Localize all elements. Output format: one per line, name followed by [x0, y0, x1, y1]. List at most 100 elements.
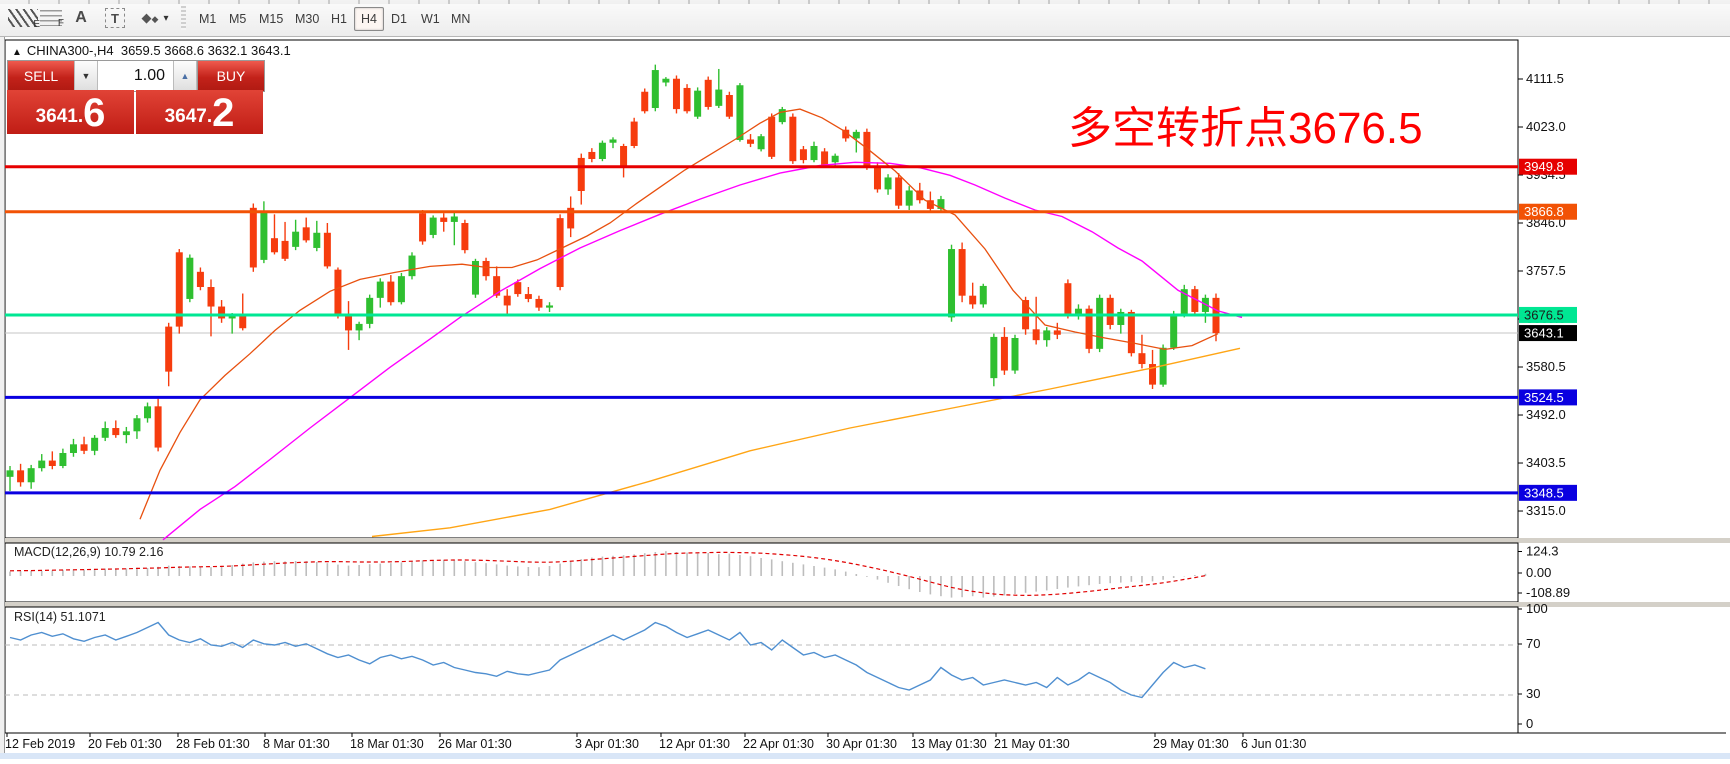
candle-body [218, 306, 226, 319]
candle-body [387, 281, 395, 303]
candle-body [577, 157, 585, 192]
arrows-tool-button[interactable]: ◆◆ ▾ [136, 6, 174, 30]
candle-body [80, 444, 88, 451]
svg-text:3580.5: 3580.5 [1526, 359, 1566, 374]
candle-body [122, 431, 130, 436]
svg-text:70: 70 [1526, 636, 1540, 651]
candle-body [1074, 308, 1082, 315]
candle-body [440, 217, 448, 222]
spin-up-icon: ▲ [180, 71, 190, 81]
spin-down-icon: ▼ [81, 71, 91, 81]
chart-area[interactable]: 4111.54023.03934.53846.03757.53669.03580… [0, 37, 1730, 759]
candle-body [270, 238, 278, 253]
candle-body [1000, 336, 1008, 371]
panel-separator [5, 538, 1730, 543]
candle-body [133, 418, 141, 432]
candle-body [1170, 314, 1178, 348]
candle-body [979, 285, 987, 305]
candle-body [313, 232, 321, 248]
candle-body [260, 211, 268, 260]
candle-body [1064, 283, 1072, 315]
text-box-icon: T [105, 8, 125, 28]
collapse-icon[interactable]: ▲ [12, 47, 22, 58]
timeframe-button-D1[interactable]: D1 [384, 7, 414, 31]
time-axis-label: 18 Mar 01:30 [350, 737, 424, 751]
candle-body [651, 70, 659, 109]
time-axis-label: 21 May 01:30 [994, 737, 1070, 751]
candle-body [535, 298, 543, 308]
svg-text:4111.5: 4111.5 [1526, 71, 1564, 86]
candle-body [683, 87, 691, 112]
candle-body [546, 305, 554, 308]
trade-controls-row: SELL ▼ 1.00 ▲ BUY [7, 60, 265, 92]
candle-body [704, 79, 712, 107]
timeframe-button-M1[interactable]: M1 [192, 7, 223, 31]
timeframe-button-M15[interactable]: M15 [252, 7, 290, 31]
candle-body [6, 470, 14, 477]
candle-body [323, 232, 331, 267]
candle-body [196, 271, 204, 288]
candle-body [757, 136, 765, 150]
svg-text:3757.5: 3757.5 [1526, 263, 1566, 278]
candle-body [249, 207, 257, 268]
candle-body [69, 444, 77, 453]
candle-body [630, 121, 638, 146]
timeframe-button-H1[interactable]: H1 [324, 7, 354, 31]
bottom-window-strip [0, 753, 1730, 759]
candle-body [958, 249, 966, 296]
svg-text:3676.5: 3676.5 [1524, 307, 1564, 322]
svg-text:124.3: 124.3 [1526, 544, 1559, 559]
chart-canvas[interactable]: 4111.54023.03934.53846.03757.53669.03580… [0, 37, 1730, 759]
time-axis[interactable]: 12 Feb 2019 20 Feb 01:30 28 Feb 01:30 8 Mar… [5, 732, 1726, 751]
fibonacci-tool-button[interactable]: F [36, 6, 66, 30]
candle-body [810, 145, 818, 161]
candle-body [355, 323, 363, 331]
buy-price-main: 3647. [164, 106, 213, 127]
svg-text:-108.89: -108.89 [1526, 585, 1570, 600]
candle-body [144, 406, 152, 419]
panel-separator [5, 602, 1730, 607]
sell-button[interactable]: SELL [8, 61, 74, 91]
candle-body [450, 216, 458, 222]
symbol-ohlc-values: 3659.5 3668.6 3632.1 3643.1 [120, 43, 291, 58]
volume-increase-button[interactable]: ▲ [173, 61, 197, 91]
symbol-name: CHINA300-,H4 [26, 43, 114, 58]
sell-price-button[interactable]: 3641. 6 [7, 90, 134, 134]
svg-text:3643.1: 3643.1 [1524, 326, 1564, 341]
svg-text:3348.5: 3348.5 [1524, 485, 1564, 500]
candle-body [154, 406, 162, 448]
trade-prices-row: 3641. 6 3647. 2 [7, 90, 263, 134]
candle-body [895, 177, 903, 206]
volume-input[interactable]: 1.00 [98, 61, 173, 91]
window-left-edge [0, 37, 5, 753]
time-axis-label: 12 Feb 2019 [5, 737, 75, 751]
candle-body [503, 295, 511, 306]
candle-body [302, 227, 310, 241]
timeframe-button-M5[interactable]: M5 [222, 7, 253, 31]
rsi-label: RSI(14) 51.1071 [14, 610, 106, 624]
rsi-panel-frame [4, 606, 1519, 734]
candle-body [101, 428, 109, 438]
text-box-tool-button[interactable]: T [102, 6, 128, 30]
candle-body [524, 294, 532, 299]
price-axis-ticks: 4111.54023.03934.53846.03757.53669.03580… [1518, 71, 1566, 518]
candle-body [1127, 311, 1135, 354]
symbol-header[interactable]: ▲ CHINA300-,H4 3659.5 3668.6 3632.1 3643.… [12, 43, 291, 58]
buy-price-button[interactable]: 3647. 2 [136, 90, 263, 134]
candle-body [239, 316, 247, 329]
time-axis-label: 13 May 01:30 [911, 737, 987, 751]
channels-tool-button[interactable]: E [6, 6, 40, 30]
candle-body [1011, 337, 1019, 371]
buy-button[interactable]: BUY [197, 61, 264, 91]
time-axis-label: 6 Jun 01:30 [1241, 737, 1306, 751]
timeframe-button-MN[interactable]: MN [444, 7, 477, 31]
sell-price-main: 3641. [35, 106, 84, 127]
timeframe-button-M30[interactable]: M30 [288, 7, 326, 31]
candle-body [641, 91, 649, 112]
svg-text:3315.0: 3315.0 [1526, 503, 1566, 518]
text-label-tool-button[interactable]: A [68, 6, 94, 30]
volume-decrease-button[interactable]: ▼ [74, 61, 98, 91]
timeframe-button-H4[interactable]: H4 [354, 7, 384, 31]
timeframe-button-W1[interactable]: W1 [414, 7, 447, 31]
candle-body [821, 151, 829, 166]
